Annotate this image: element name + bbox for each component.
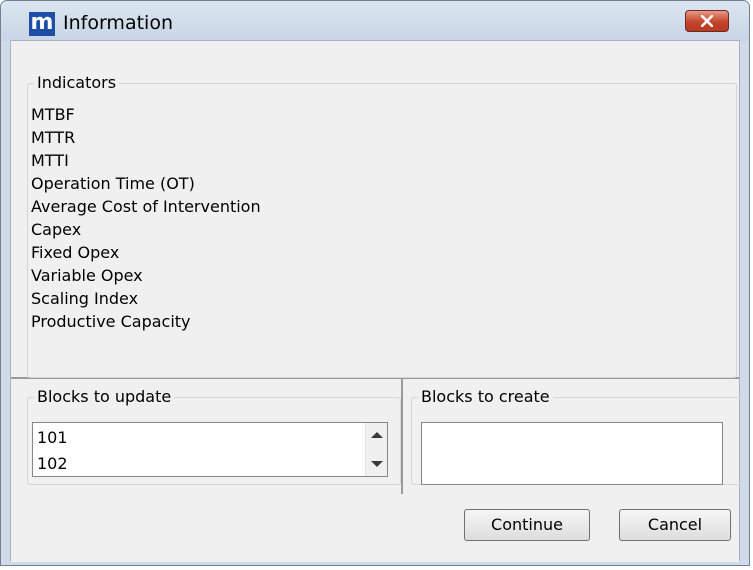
dialog-content: Indicators MTBF MTTR MTTI Operation Time…	[10, 40, 741, 562]
information-dialog: m Information Indicators MTBF MTTR MTTI …	[0, 0, 750, 566]
window-title: Information	[63, 12, 173, 34]
indicator-item: Capex	[31, 220, 82, 239]
blocks-to-create-legend: Blocks to create	[418, 387, 553, 406]
indicator-item: Fixed Opex	[31, 243, 120, 262]
app-logo-icon: m	[29, 10, 55, 36]
dialog-footer: Continue Cancel	[11, 496, 739, 562]
indicator-item: MTBF	[31, 105, 75, 124]
indicators-legend: Indicators	[34, 73, 120, 92]
blocks-to-update-panel: Blocks to update 101 102	[11, 379, 403, 494]
scroll-down-icon[interactable]	[371, 461, 383, 467]
close-button[interactable]	[685, 10, 729, 32]
scroll-up-icon[interactable]	[371, 432, 383, 438]
vertical-scrollbar[interactable]	[365, 423, 387, 476]
indicator-item: Productive Capacity	[31, 312, 191, 331]
indicators-list: MTBF MTTR MTTI Operation Time (OT) Avera…	[31, 103, 261, 333]
indicators-panel: Indicators MTBF MTTR MTTI Operation Time…	[11, 41, 739, 379]
indicator-item: Average Cost of Intervention	[31, 197, 261, 216]
list-item[interactable]: 101	[37, 425, 68, 451]
indicator-item: MTTI	[31, 151, 69, 170]
cancel-button[interactable]: Cancel	[619, 509, 731, 541]
list-item[interactable]: 102	[37, 451, 68, 477]
close-icon	[701, 15, 713, 27]
indicator-item: MTTR	[31, 128, 76, 147]
indicator-item: Variable Opex	[31, 266, 143, 285]
title-bar[interactable]: m Information	[1, 1, 749, 41]
blocks-to-update-list[interactable]: 101 102	[32, 422, 388, 477]
continue-button[interactable]: Continue	[464, 509, 590, 541]
blocks-to-create-list[interactable]	[421, 422, 723, 485]
blocks-to-create-panel: Blocks to create	[403, 379, 741, 494]
indicator-item: Operation Time (OT)	[31, 174, 195, 193]
indicator-item: Scaling Index	[31, 289, 139, 308]
blocks-to-update-legend: Blocks to update	[34, 387, 175, 406]
